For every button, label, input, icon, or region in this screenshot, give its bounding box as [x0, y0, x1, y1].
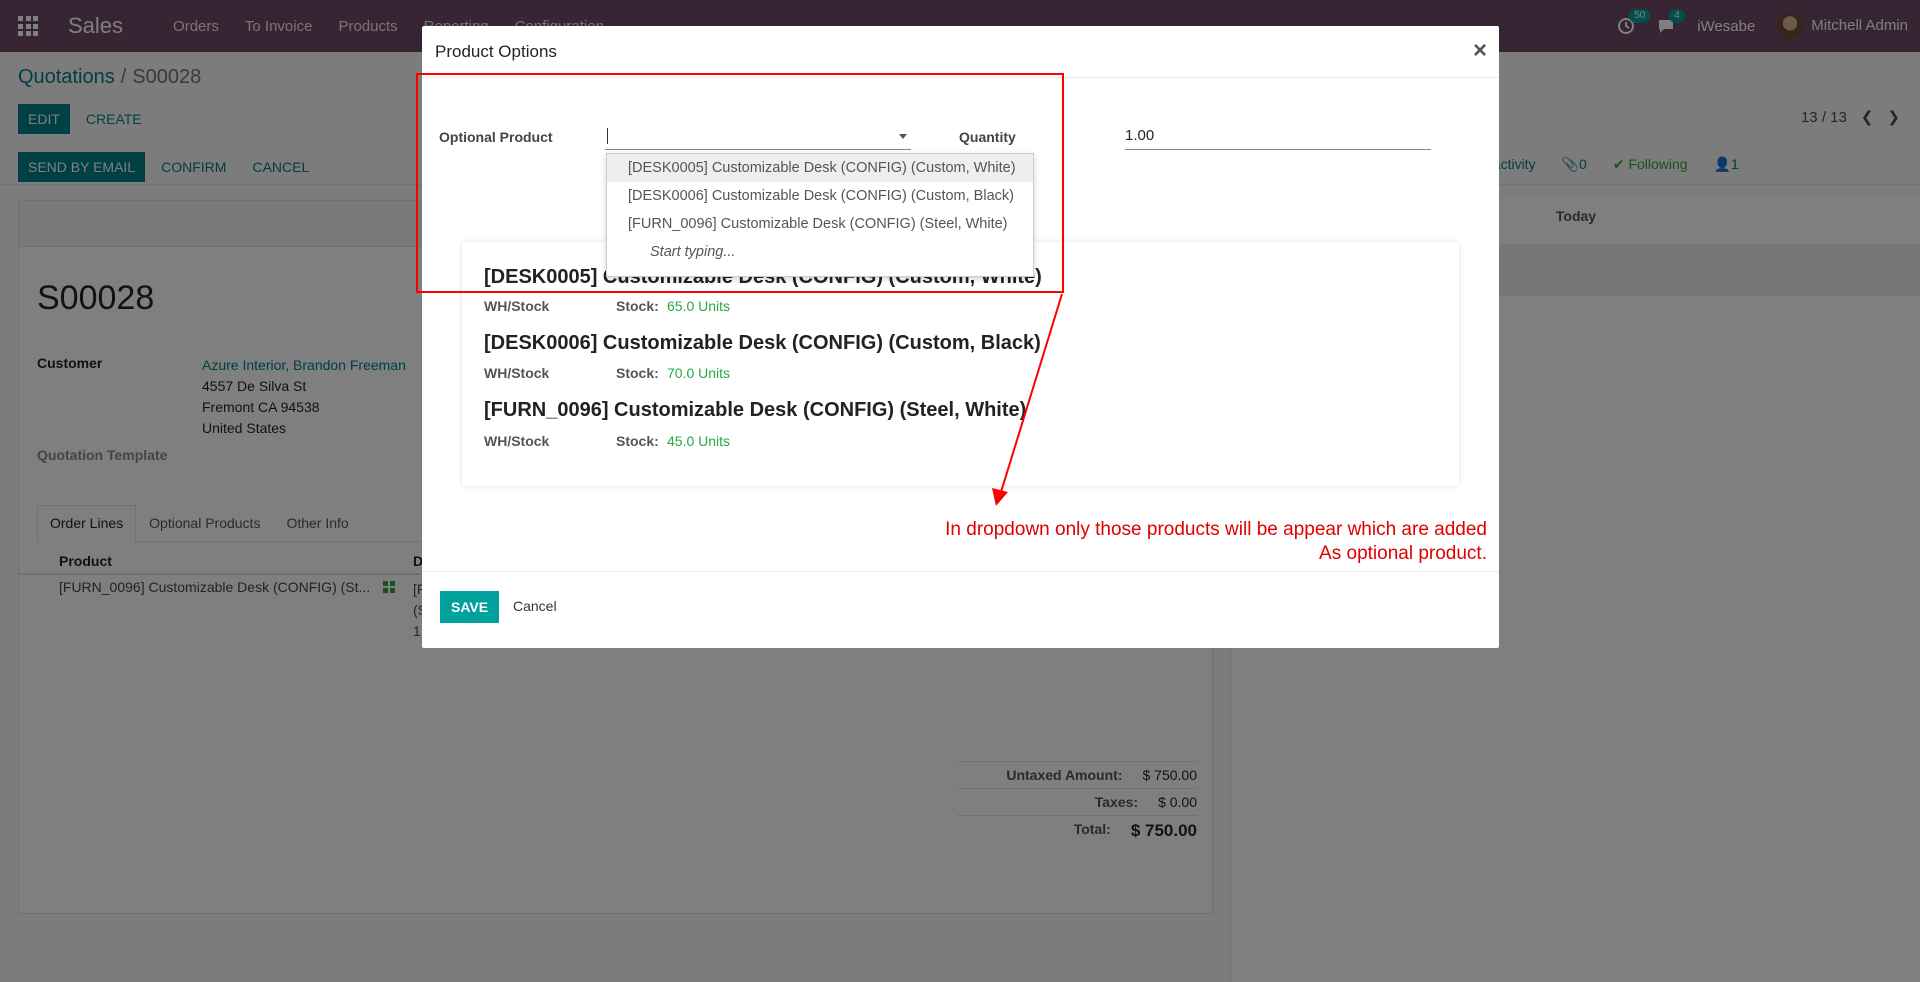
save-button[interactable]: SAVE	[440, 591, 500, 623]
cancel-button[interactable]: Cancel	[513, 598, 557, 614]
product-options-dialog: Product Options × ailability [DESK0005] …	[416, 26, 1499, 648]
modal-footer: SAVE Cancel	[422, 571, 1499, 648]
annotation-text: In dropdown only those products will be …	[945, 519, 1487, 564]
